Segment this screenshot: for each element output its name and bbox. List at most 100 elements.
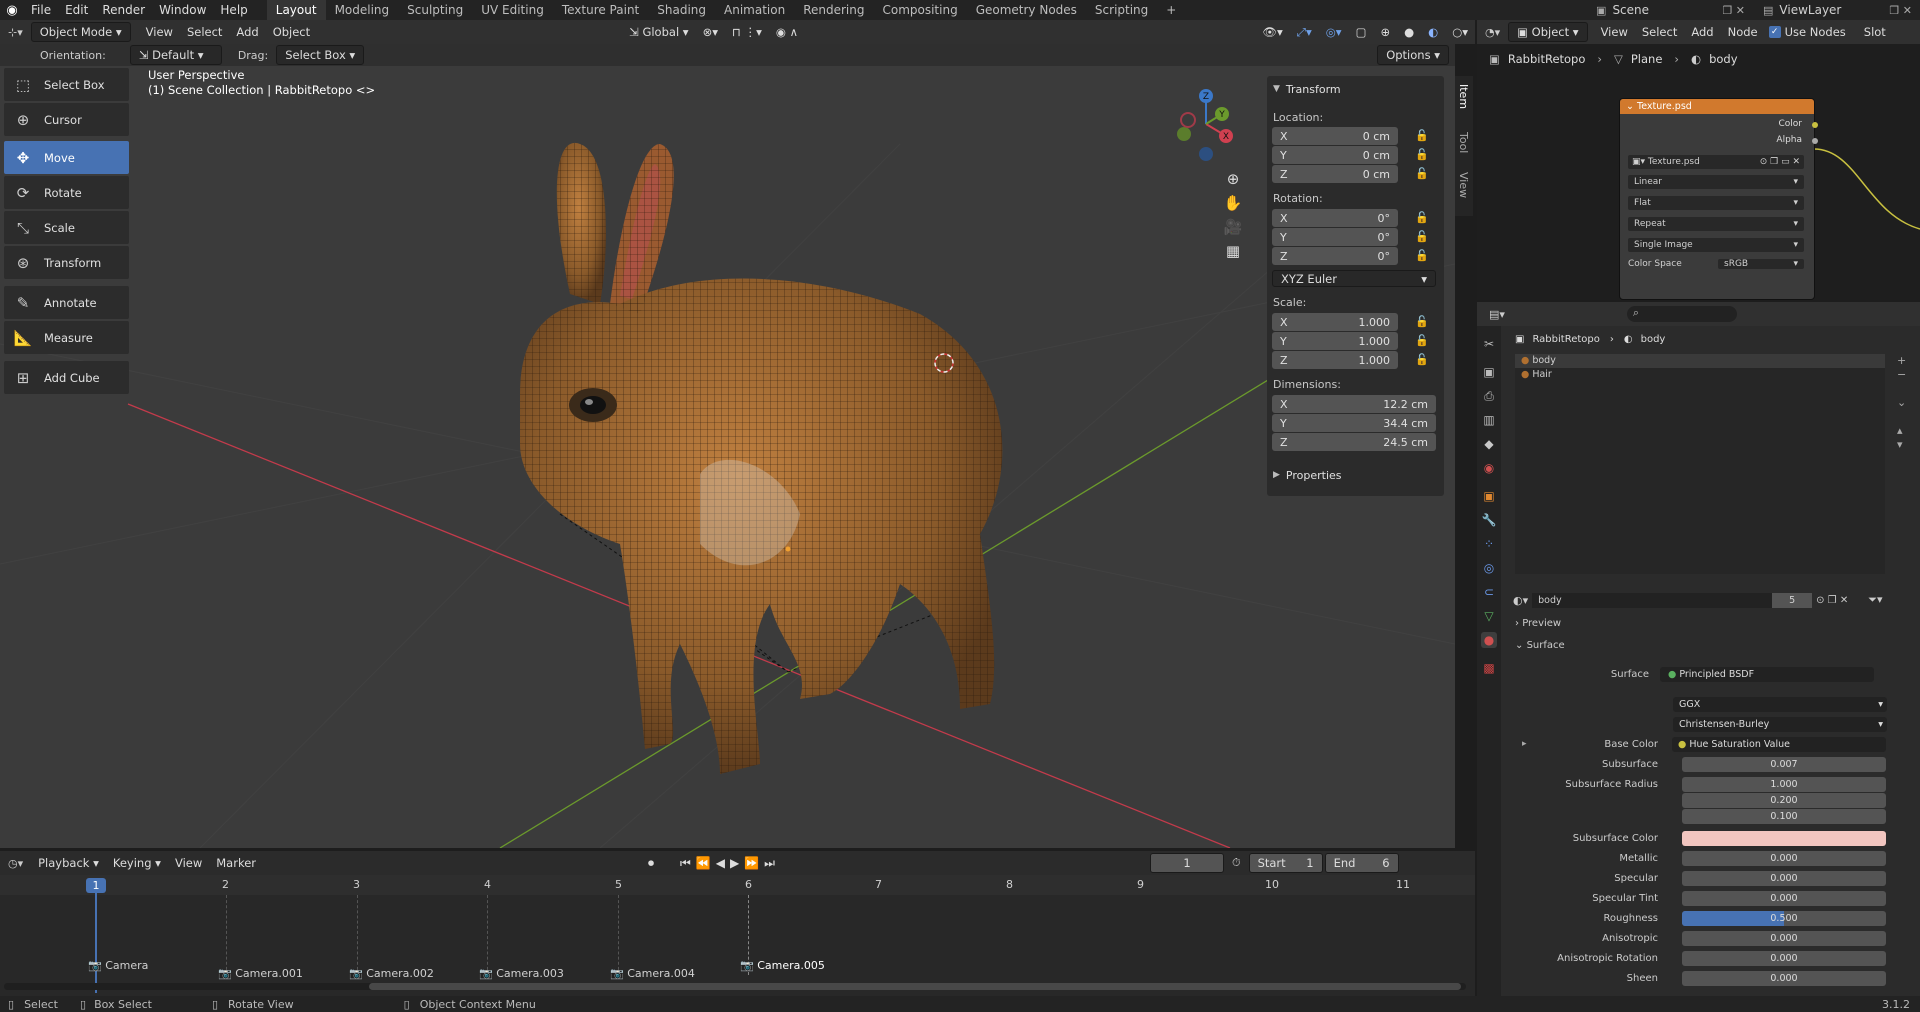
- dimensions-y-field[interactable]: Y 34.4 cm: [1272, 414, 1436, 432]
- marker-camera-004[interactable]: 📷 Camera.004: [610, 967, 695, 980]
- color-space-dropdown[interactable]: sRGB ▾: [1718, 259, 1804, 269]
- navigation-gizmo[interactable]: Z X Y: [1168, 84, 1238, 164]
- workspace-tab-layout[interactable]: Layout: [266, 0, 326, 20]
- scene-name[interactable]: Scene: [1612, 3, 1722, 17]
- scale-z-field[interactable]: Z 1.000: [1272, 351, 1398, 369]
- workspace-tab-geometry-nodes[interactable]: Geometry Nodes: [967, 0, 1086, 20]
- workspace-tab-uv-editing[interactable]: UV Editing: [472, 0, 553, 20]
- tool-move[interactable]: ✥ Move: [4, 141, 129, 174]
- subsurface-method-dropdown[interactable]: Christensen-Burley ▾: [1673, 717, 1887, 732]
- timeline-editor-icon[interactable]: ◷▾: [8, 857, 23, 870]
- timeline-scrollbar[interactable]: [4, 983, 1466, 990]
- scale-x-field[interactable]: X 1.000: [1272, 313, 1398, 331]
- view-layer-browse-icon[interactable]: ❐ ✕: [1889, 4, 1912, 17]
- tab-tool[interactable]: Tool: [1457, 132, 1470, 153]
- start-frame-field[interactable]: Start 1: [1248, 853, 1323, 873]
- location-z-field[interactable]: Z0 cm: [1272, 165, 1398, 183]
- menu-render[interactable]: Render: [95, 0, 152, 20]
- pan-hand-icon[interactable]: ✋: [1223, 191, 1243, 215]
- preview-range-icon[interactable]: ⏱: [1232, 856, 1241, 870]
- lock-icon[interactable]: 🔓: [1415, 249, 1429, 262]
- expand-icon[interactable]: ▸: [1522, 739, 1527, 749]
- lock-icon[interactable]: 🔓: [1415, 167, 1429, 180]
- editor-type-icon[interactable]: ⊹▾: [8, 26, 23, 39]
- shading-solid-icon[interactable]: ●: [1397, 25, 1421, 39]
- overlays-icon[interactable]: ◎▾: [1319, 25, 1349, 39]
- scene-icon[interactable]: ▣: [1596, 4, 1606, 17]
- node-menu-select[interactable]: Select: [1635, 25, 1684, 39]
- node-menu-add[interactable]: Add: [1684, 25, 1720, 39]
- timeline-menu-marker[interactable]: Marker: [209, 856, 263, 870]
- add-workspace-button[interactable]: +: [1157, 0, 1185, 20]
- timeline-menu-keying[interactable]: Keying ▾: [106, 856, 168, 870]
- xray-icon[interactable]: ▢: [1349, 25, 1374, 39]
- base-color-field[interactable]: ● Hue Saturation Value: [1672, 737, 1886, 752]
- tool-select-box[interactable]: ⬚ Select Box: [4, 68, 129, 101]
- tab-item[interactable]: Item: [1457, 84, 1470, 109]
- subsurface-radius-x[interactable]: 1.000: [1682, 777, 1886, 792]
- marker-camera-005[interactable]: 📷 Camera.005: [740, 959, 825, 972]
- workspace-tab-texture-paint[interactable]: Texture Paint: [553, 0, 648, 20]
- projection-dropdown[interactable]: Flat ▾: [1628, 196, 1804, 210]
- tool-transform[interactable]: ⊛ Transform: [4, 246, 129, 279]
- marker-camera[interactable]: 📷 Camera: [88, 959, 148, 972]
- lock-icon[interactable]: 🔓: [1415, 230, 1429, 243]
- workspace-tab-rendering[interactable]: Rendering: [794, 0, 873, 20]
- view-layer-icon[interactable]: ▤: [1763, 4, 1773, 17]
- rotation-mode-dropdown[interactable]: XYZ Euler ▾: [1272, 270, 1436, 287]
- zoom-icon[interactable]: ⊕: [1223, 167, 1243, 191]
- snap-icon[interactable]: ⊓ ⋮▾: [725, 25, 769, 39]
- image-texture-node[interactable]: ⌄ Texture.psd Color Alpha ▣▾ Texture.psd…: [1619, 98, 1818, 300]
- node-menu-view[interactable]: View: [1594, 25, 1635, 39]
- tool-add-cube[interactable]: ⊞ Add Cube: [4, 361, 129, 394]
- tool-annotate[interactable]: ✎ Annotate: [4, 286, 129, 319]
- rotation-z-field[interactable]: Z 0°: [1272, 247, 1398, 265]
- sheen-field[interactable]: 0.000: [1682, 971, 1886, 986]
- anisotropic-field[interactable]: 0.000: [1682, 931, 1886, 946]
- subsurface-radius-z[interactable]: 0.100: [1682, 809, 1886, 824]
- timeline-area[interactable]: 1 2 3 4 5 6 7 8 9 10 11 📷 Camera 📷 Camer…: [0, 875, 1475, 996]
- lock-icon[interactable]: 🔓: [1415, 129, 1429, 142]
- workspace-tab-compositing[interactable]: Compositing: [873, 0, 966, 20]
- proportional-edit-icon[interactable]: ◉ ∧: [769, 25, 805, 39]
- blender-logo-icon[interactable]: ◉: [0, 3, 24, 18]
- extension-dropdown[interactable]: Repeat ▾: [1628, 217, 1804, 231]
- scale-y-field[interactable]: Y 1.000: [1272, 332, 1398, 350]
- visibility-icon[interactable]: 👁▾: [1255, 25, 1289, 39]
- shader-node-editor[interactable]: ▣ RabbitRetopo › ▽ Plane › ◐ body ⌄ Text…: [1477, 44, 1920, 300]
- shading-material-icon[interactable]: ◐: [1421, 25, 1445, 39]
- roughness-slider[interactable]: 0.500: [1682, 911, 1886, 926]
- tool-cursor[interactable]: ⊕ Cursor: [4, 103, 129, 136]
- lock-icon[interactable]: 🔓: [1415, 353, 1429, 366]
- lock-icon[interactable]: 🔓: [1415, 211, 1429, 224]
- menu-edit[interactable]: Edit: [58, 0, 95, 20]
- timeline-scroll-thumb[interactable]: [369, 983, 1461, 990]
- workspace-tab-shading[interactable]: Shading: [648, 0, 715, 20]
- viewport-menu-object[interactable]: Object: [266, 25, 317, 39]
- tab-view[interactable]: View: [1457, 172, 1470, 198]
- lock-icon[interactable]: 🔓: [1415, 315, 1429, 328]
- color-socket[interactable]: [1812, 122, 1818, 128]
- metallic-field[interactable]: 0.000: [1682, 851, 1886, 866]
- location-y-field[interactable]: Y0 cm: [1272, 146, 1398, 164]
- current-frame-field[interactable]: 1: [1149, 853, 1224, 873]
- transform-panel-header[interactable]: ▼ Transform: [1267, 80, 1341, 98]
- workspace-tab-modeling[interactable]: Modeling: [326, 0, 399, 20]
- anisotropic-rotation-field[interactable]: 0.000: [1682, 951, 1886, 966]
- lock-icon[interactable]: 🔓: [1415, 334, 1429, 347]
- viewport-menu-select[interactable]: Select: [180, 25, 229, 39]
- marker-camera-002[interactable]: 📷 Camera.002: [349, 967, 434, 980]
- tool-measure[interactable]: 📐 Measure: [4, 321, 129, 354]
- viewport-menu-add[interactable]: Add: [229, 25, 265, 39]
- lock-icon[interactable]: 🔓: [1415, 148, 1429, 161]
- workspace-tab-animation[interactable]: Animation: [715, 0, 794, 20]
- interpolation-dropdown[interactable]: Linear ▾: [1628, 175, 1804, 189]
- distribution-dropdown[interactable]: GGX ▾: [1673, 697, 1887, 712]
- marker-camera-001[interactable]: 📷 Camera.001: [218, 967, 303, 980]
- playback-controls[interactable]: ⏮⏪◀▶⏩⏭: [680, 856, 780, 871]
- subsurface-radius-y[interactable]: 0.200: [1682, 793, 1886, 808]
- tool-scale[interactable]: ⤡ Scale: [4, 211, 129, 244]
- properties-panel-header[interactable]: ▶ Properties: [1267, 466, 1342, 484]
- timeline-menu-playback[interactable]: Playback ▾: [31, 856, 106, 870]
- alpha-socket[interactable]: [1812, 138, 1818, 144]
